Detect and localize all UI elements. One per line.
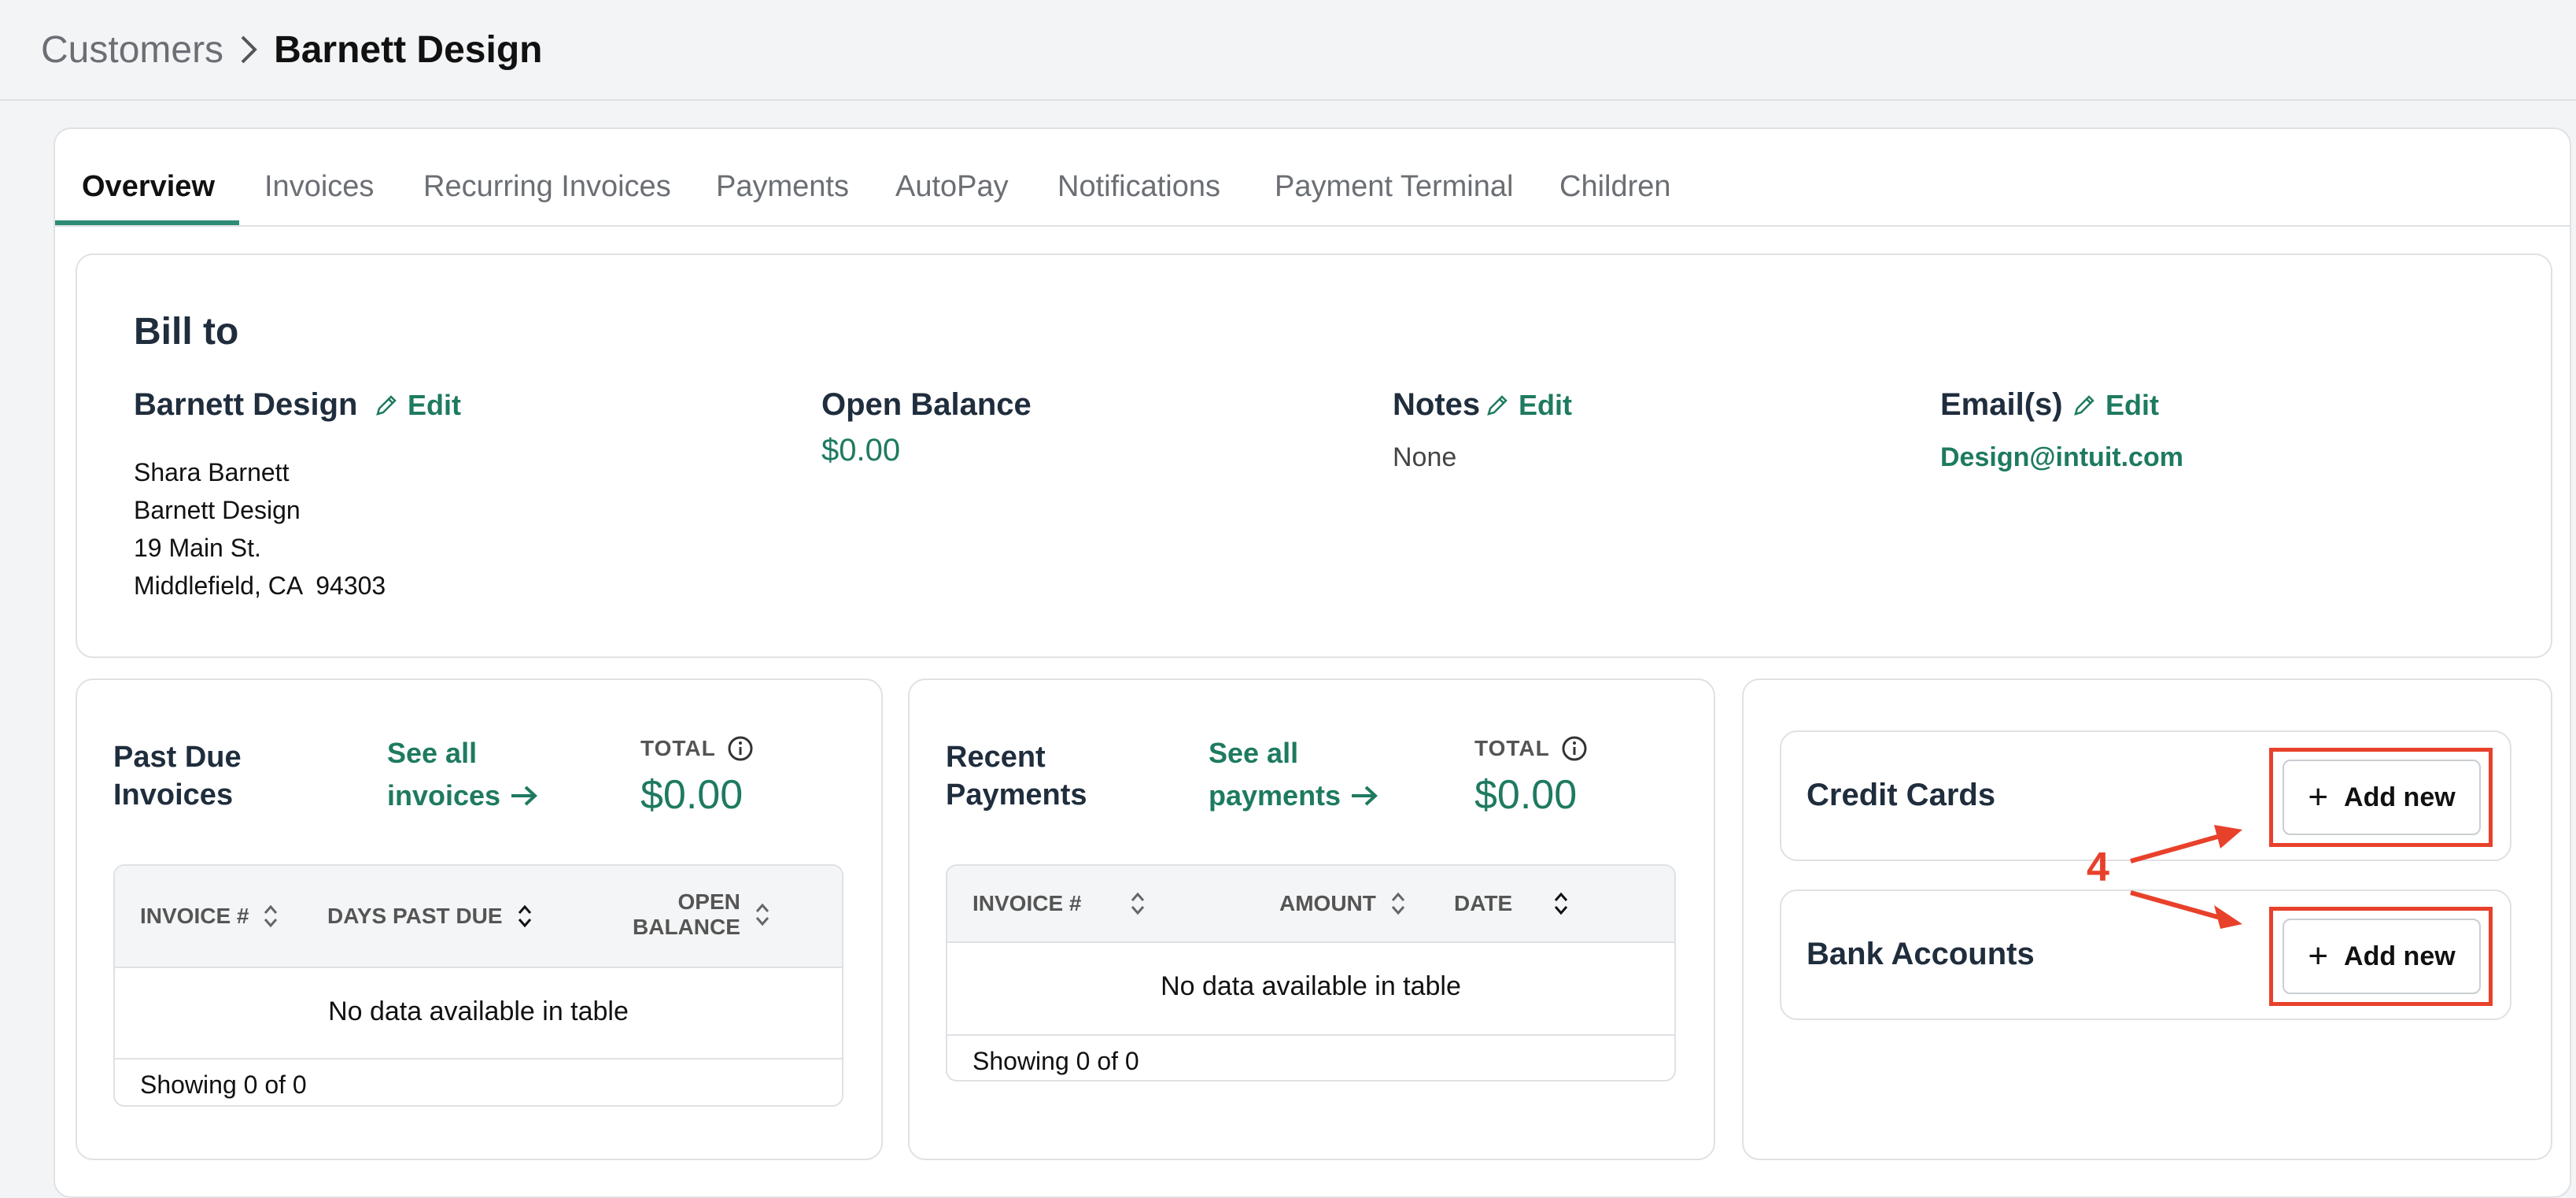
pencil-icon: [2074, 395, 2094, 416]
sort-icon: [1555, 892, 1568, 915]
column-days-past-due[interactable]: DAYS PAST DUE: [327, 900, 534, 932]
customer-detail-card: Overview Invoices Recurring Invoices Pay…: [54, 128, 2571, 1198]
pencil-icon: [376, 395, 397, 416]
tab-invoices[interactable]: Invoices: [264, 170, 374, 204]
plus-icon: +: [2308, 937, 2329, 975]
pencil-icon: [1487, 395, 1508, 416]
chevron-right-icon: [241, 35, 257, 64]
past-due-table: INVOICE # DAYS PAST DUE OPEN BALANCE No …: [113, 864, 843, 1107]
email-link[interactable]: Design@intuit.com: [1940, 442, 2183, 473]
arrow-right-icon: [511, 786, 538, 806]
info-icon[interactable]: [1561, 735, 1588, 762]
tab-payments[interactable]: Payments: [716, 170, 849, 204]
showing-count: Showing 0 of 0: [972, 1047, 1139, 1075]
table-footer: Showing 0 of 0: [947, 1034, 1674, 1080]
recent-payments-panel: Recent Payments See all payments TOTAL $…: [908, 678, 1715, 1160]
address-line: Barnett Design: [134, 496, 301, 524]
bank-accounts-label: Bank Accounts: [1807, 937, 2035, 971]
sort-icon: [518, 904, 531, 928]
tab-bar: Overview Invoices Recurring Invoices Pay…: [55, 129, 2570, 227]
tab-overview[interactable]: Overview: [82, 170, 215, 204]
add-credit-card-button[interactable]: + Add new: [2283, 760, 2481, 835]
see-all-payments-link[interactable]: See all payments: [1209, 732, 1380, 817]
bill-to-heading: Bill to: [134, 311, 239, 353]
tab-notifications[interactable]: Notifications: [1057, 170, 1220, 204]
annotation-step-number: 4: [2087, 845, 2109, 890]
customer-name-label: Barnett Design: [134, 387, 358, 422]
recent-payments-total-value: $0.00: [1474, 772, 1578, 818]
arrow-right-icon: [1352, 786, 1378, 806]
annotation-highlight-box: + Add new: [2269, 907, 2493, 1006]
annotation-highlight-box: + Add new: [2269, 748, 2493, 847]
column-invoice-number[interactable]: INVOICE #: [140, 900, 280, 932]
address-line: 19 Main St.: [134, 534, 261, 562]
past-due-total-label: TOTAL: [640, 735, 754, 762]
edit-customer-link[interactable]: Edit: [375, 389, 461, 422]
past-due-title: Past Due Invoices: [113, 741, 242, 812]
add-bank-account-button[interactable]: + Add new: [2283, 919, 2481, 994]
recent-payments-title: Recent Payments: [946, 741, 1087, 812]
active-tab-indicator: [55, 220, 239, 225]
recent-payments-table: INVOICE # AMOUNT DATE No data available …: [946, 864, 1676, 1082]
sort-icon: [755, 903, 769, 926]
address-line: Middlefield, CA 94303: [134, 571, 386, 600]
notes-label: Notes: [1393, 387, 1481, 422]
table-header: INVOICE # DAYS PAST DUE OPEN BALANCE: [115, 866, 842, 968]
past-due-total-value: $0.00: [640, 772, 744, 818]
bank-accounts-card: Bank Accounts + Add new: [1780, 889, 2511, 1020]
column-invoice-number[interactable]: INVOICE #: [972, 888, 1147, 919]
column-amount[interactable]: AMOUNT: [1279, 888, 1408, 919]
header-bar: Customers Barnett Design: [0, 0, 2576, 101]
open-balance-value: $0.00: [821, 433, 901, 468]
open-balance-label: Open Balance: [821, 387, 1032, 422]
breadcrumb-customers-link[interactable]: Customers: [41, 28, 223, 72]
see-all-invoices-link[interactable]: See all invoices: [387, 732, 540, 817]
empty-table-message: No data available in table: [328, 996, 629, 1026]
edit-emails-link[interactable]: Edit: [2072, 389, 2159, 422]
showing-count: Showing 0 of 0: [140, 1070, 307, 1099]
sort-icon: [1131, 892, 1145, 915]
recent-payments-total-label: TOTAL: [1474, 735, 1588, 762]
info-icon[interactable]: [727, 735, 754, 762]
page-title: Barnett Design: [274, 28, 543, 71]
tab-recurring-invoices[interactable]: Recurring Invoices: [423, 170, 671, 204]
edit-notes-label: Edit: [1519, 389, 1572, 421]
sort-icon: [264, 904, 278, 928]
payment-methods-panel: Credit Cards + Add new Bank Accounts + A…: [1742, 678, 2552, 1160]
edit-emails-label: Edit: [2105, 389, 2159, 421]
credit-cards-card: Credit Cards + Add new: [1780, 730, 2511, 861]
tab-autopay[interactable]: AutoPay: [895, 170, 1009, 204]
credit-cards-label: Credit Cards: [1807, 778, 1996, 812]
tab-children[interactable]: Children: [1559, 170, 1671, 204]
billing-address: Shara Barnett Barnett Design 19 Main St.…: [134, 453, 386, 605]
column-date[interactable]: DATE: [1454, 888, 1570, 919]
emails-label: Email(s): [1940, 387, 2063, 422]
edit-customer-label: Edit: [408, 389, 461, 421]
table-footer: Showing 0 of 0: [115, 1058, 842, 1105]
column-open-balance[interactable]: OPEN BALANCE: [633, 889, 772, 940]
edit-notes-link[interactable]: Edit: [1485, 389, 1572, 422]
address-line: Shara Barnett: [134, 458, 290, 486]
tab-payment-terminal[interactable]: Payment Terminal: [1275, 170, 1513, 204]
past-due-invoices-panel: Past Due Invoices See all invoices TOTAL…: [76, 678, 883, 1160]
sort-icon: [1391, 892, 1405, 915]
table-header: INVOICE # AMOUNT DATE: [947, 866, 1674, 943]
bill-to-panel: Bill to Barnett Design Edit Shara Barnet…: [76, 253, 2552, 658]
empty-table-message: No data available in table: [1161, 971, 1461, 1001]
notes-value: None: [1393, 442, 1457, 472]
plus-icon: +: [2308, 778, 2329, 816]
